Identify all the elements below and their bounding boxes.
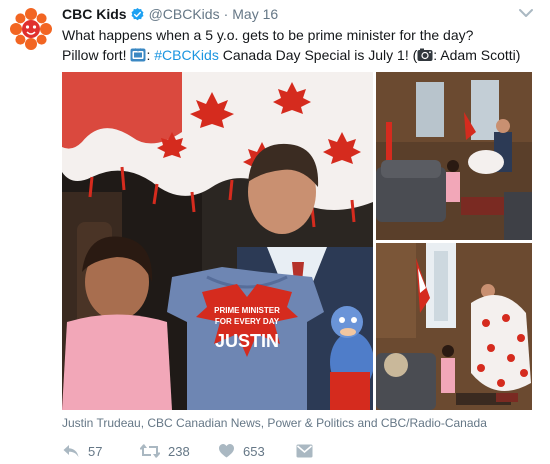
like-button[interactable]: 653 bbox=[218, 443, 296, 459]
tv-icon bbox=[130, 47, 146, 62]
direct-message-button[interactable] bbox=[296, 444, 313, 458]
chevron-down-icon[interactable] bbox=[518, 6, 534, 18]
retweet-count: 238 bbox=[168, 443, 190, 459]
reply-button[interactable]: 57 bbox=[62, 443, 140, 459]
shirt-line-3: JUSTIN bbox=[215, 331, 279, 351]
verified-badge-icon bbox=[130, 7, 145, 22]
tweet-text-credit: : Adam Scotti) bbox=[433, 47, 521, 63]
direct-message-icon bbox=[296, 444, 313, 458]
retweet-icon bbox=[140, 443, 160, 459]
heart-icon bbox=[218, 443, 235, 459]
tweet-text-pillow: Pillow fort! bbox=[62, 47, 131, 63]
tweet-card[interactable]: CBC Kids @CBCKids · May 16 What happens … bbox=[0, 0, 550, 464]
hashtag-link[interactable]: #CBCKids bbox=[154, 47, 219, 63]
separator-dot: · bbox=[223, 6, 229, 22]
tweet-text: What happens when a 5 y.o. gets to be pr… bbox=[62, 25, 532, 65]
user-handle[interactable]: @CBCKids bbox=[149, 6, 220, 22]
camera-icon bbox=[417, 47, 433, 61]
like-count: 653 bbox=[243, 443, 265, 459]
reply-icon bbox=[62, 443, 80, 459]
photo-bottom-right[interactable] bbox=[376, 243, 532, 410]
photo-main[interactable]: PRIME MINISTER FOR EVERY DAY JUSTIN bbox=[62, 72, 373, 410]
avatar[interactable] bbox=[8, 6, 54, 52]
retweet-button[interactable]: 238 bbox=[140, 443, 218, 459]
tweet-text-canada-day: Canada Day Special is July 1! ( bbox=[218, 47, 418, 63]
tweet-text-line-2: Pillow fort! : #CBCKids Canada Day Speci… bbox=[62, 45, 532, 65]
display-name[interactable]: CBC Kids bbox=[62, 6, 127, 22]
tweet-text-line-1: What happens when a 5 y.o. gets to be pr… bbox=[62, 27, 474, 43]
reply-count: 57 bbox=[88, 443, 103, 459]
tweet-header: CBC Kids @CBCKids · May 16 bbox=[62, 4, 278, 24]
action-bar: 57 238 653 bbox=[62, 441, 313, 461]
photo-bottom-right-image bbox=[376, 243, 532, 410]
photo-credit[interactable]: Justin Trudeau, CBC Canadian News, Power… bbox=[62, 416, 487, 430]
shirt-line-1: PRIME MINISTER bbox=[214, 306, 280, 315]
shirt-line-2: FOR EVERY DAY bbox=[215, 317, 280, 326]
tweet-date[interactable]: May 16 bbox=[232, 6, 278, 22]
photo-top-right-image bbox=[376, 72, 532, 240]
photo-main-image: PRIME MINISTER FOR EVERY DAY JUSTIN bbox=[62, 72, 373, 410]
cbc-kids-logo-icon bbox=[10, 8, 52, 50]
photo-top-right[interactable] bbox=[376, 72, 532, 240]
media-grid: PRIME MINISTER FOR EVERY DAY JUSTIN bbox=[62, 72, 532, 410]
